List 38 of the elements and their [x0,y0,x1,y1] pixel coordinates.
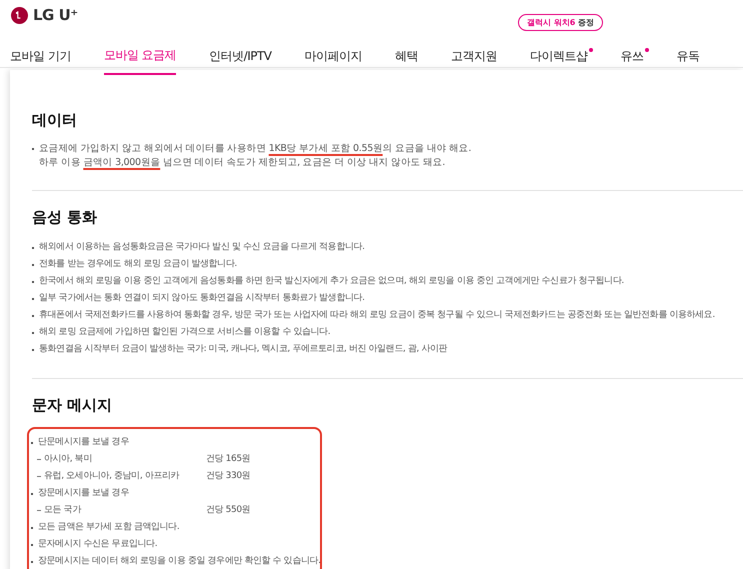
paragraph-line: 하루 이용 금액이 3,000원을 넘으면 데이터 속도가 제한되고, 요금은 더 이상 내지 않아도 돼요. [39,156,446,170]
list-item: 일부 국가에서는 통화 연결이 되지 않아도 통화연결음 시작부터 통화료가 발생합니다. [39,292,365,305]
section-title: 문자 메시지 [32,396,114,415]
dash-icon [37,476,41,477]
dash-icon [37,459,41,460]
list-item: 전화를 받는 경우에도 해외 로밍 요금이 발생합니다. [39,258,237,271]
list-item: 해외에서 이용하는 음성통화요금은 국가마다 발신 및 수신 요금을 다르게 적용합니다. [39,241,365,254]
list-item: 모든 금액은 부가세 포함 금액입니다. [38,521,180,534]
nav-tab[interactable]: 인터넷/IPTV [209,36,272,77]
nav-tab[interactable]: 고객지원 [451,36,498,77]
list-item: 장문메시지를 보낼 경우 [38,487,129,500]
price-text: 건당 165원 [206,453,250,466]
list-item: 통화연결음 시작부터 요금이 발생하는 국가: 미국, 캐나다, 멕시코, 푸에르토리코, 버진 아일랜드, 괌, 사이판 [39,343,448,356]
section-title: 데이터 [32,111,78,130]
nav-tab[interactable]: 다이렉트샵 [530,36,588,77]
nav-tab[interactable]: 유독 [676,36,700,77]
nav-tab[interactable]: 혜택 [395,36,418,77]
list-item: 문자메시지 수신은 무료입니다. [38,538,158,551]
section-title: 음성 통화 [32,208,98,227]
region-name: 모든 국가 [44,504,82,517]
price-text: 건당 330원 [206,470,250,483]
list-item: 한국에서 해외 로밍을 이용 중인 고객에게 음성통화를 하면 한국 발신자에게 추가 요금은 없으며, 해외 로밍을 이용 중인 고객에게만 수신료가 청구됩니다. [39,275,624,288]
nav-tab[interactable]: 유쓰 [620,36,644,77]
list-item: 단문메시지를 보낼 경우 [38,436,129,449]
promo-badge: 갤럭시 워치6 증정 [518,14,604,31]
list-item: 휴대폰에서 국제전화카드를 사용하여 통화할 경우, 방문 국가 또는 사업자에 따라 해외 로밍 요금이 중복 청구될 수 있으니 국제전화카드는 공중전화 또는 일반전화를 이용하세요. [39,309,715,322]
nav-tab[interactable]: 마이페이지 [304,36,362,77]
logo[interactable]: LG U⁺ [33,6,78,24]
list-item: 장문메시지는 데이터 해외 로밍을 이용 중일 경우에만 확인할 수 있습니다. [38,555,321,568]
region-name: 유럽, 오세아니아, 중남미, 아프리카 [44,470,180,483]
region-name: 아시아, 북미 [44,453,93,466]
list-item: 해외 로밍 요금제에 가입하면 할인된 가격으로 서비스를 이용할 수 있습니다. [39,326,330,339]
price-text: 건당 550원 [206,504,250,517]
dash-icon [37,510,41,511]
logo-icon [11,6,28,24]
paragraph-line: 요금제에 가입하지 않고 해외에서 데이터를 사용하면 1KB당 부가세 포함 0.55원의 요금을 내야 해요. [39,142,472,156]
nav-tab[interactable]: 모바일 요금제 [104,36,176,75]
nav-tab[interactable]: 모바일 기기 [10,36,71,77]
